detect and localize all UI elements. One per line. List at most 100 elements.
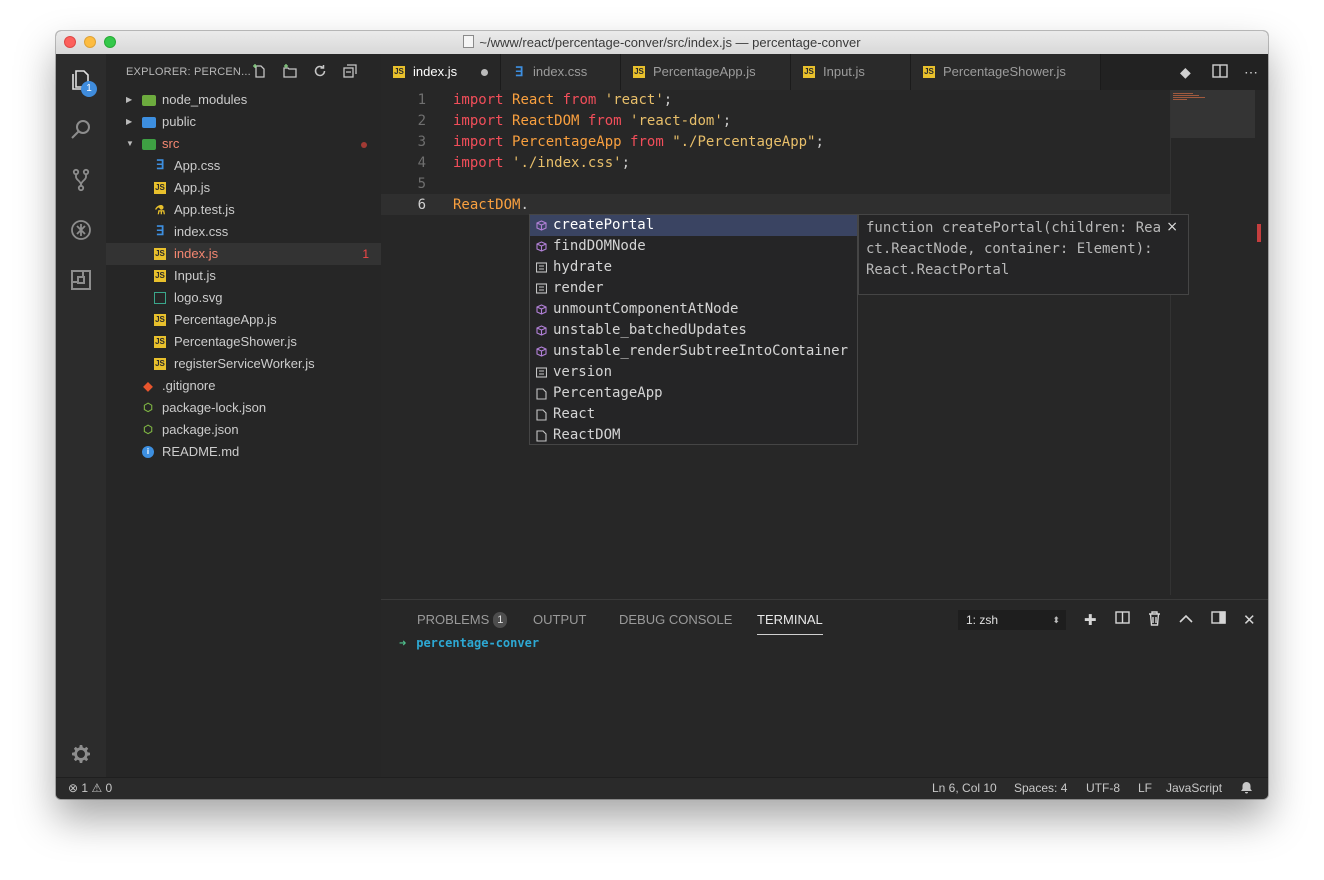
tree-item[interactable]: ⬡ package-lock.json	[106, 397, 381, 419]
code-token-string: 'react-dom'	[630, 113, 723, 129]
tree-item[interactable]: ⬡ package.json	[106, 419, 381, 441]
js-file-icon: JS	[154, 270, 166, 282]
problems-count-badge: 1	[493, 612, 508, 628]
tree-item[interactable]: i README.md	[106, 441, 381, 463]
warning-count: 0	[105, 781, 113, 795]
suggestion-item[interactable]: PercentageApp	[530, 383, 857, 404]
suggestion-label: render	[553, 280, 604, 296]
tree-item[interactable]: logo.svg	[106, 287, 381, 309]
tree-item[interactable]: JS Input.js	[106, 265, 381, 287]
split-terminal-icon[interactable]	[1115, 611, 1130, 628]
line-number: 5	[417, 176, 426, 192]
field-icon	[535, 283, 548, 294]
tree-item-label: index.js	[174, 246, 219, 261]
new-folder-icon[interactable]	[282, 63, 300, 81]
code-token-kw: import	[453, 134, 504, 150]
code-token-identifier: PercentageApp	[512, 134, 622, 150]
code-line: ReactDOM.	[453, 197, 529, 213]
code-line: import './index.css';	[453, 155, 630, 171]
tab-label: index.css	[533, 64, 588, 79]
problems-status[interactable]: ⊗ 1 ⚠ 0	[68, 778, 112, 799]
tree-item[interactable]: JS PercentageApp.js	[106, 309, 381, 331]
info-icon: i	[142, 446, 154, 458]
cursor-position[interactable]: Ln 6, Col 10	[932, 778, 997, 799]
js-file-icon: JS	[923, 66, 935, 78]
encoding[interactable]: UTF-8	[1086, 778, 1120, 799]
code-token-string: './index.css'	[512, 155, 622, 171]
close-details-icon[interactable]: ×	[1166, 219, 1178, 235]
suggestion-item[interactable]: version	[530, 362, 857, 383]
line-ending[interactable]: LF	[1138, 778, 1152, 799]
unsaved-dot-icon[interactable]	[481, 69, 488, 76]
debug-icon[interactable]	[69, 218, 93, 242]
suggestion-item[interactable]: findDOMNode	[530, 236, 857, 257]
tab-index-css[interactable]: ∃ index.css	[501, 54, 621, 90]
close-panel-icon[interactable]: ✕	[1243, 611, 1256, 629]
tree-item-label: App.js	[174, 180, 211, 195]
tab-terminal[interactable]: TERMINAL	[757, 612, 823, 635]
split-editor-icon[interactable]	[1212, 64, 1228, 81]
explorer-badge: 1	[81, 81, 97, 97]
settings-gear-icon[interactable]	[69, 742, 93, 766]
suggestion-item[interactable]: React	[530, 404, 857, 425]
more-actions-icon[interactable]: ⋯	[1244, 64, 1258, 81]
tab-output[interactable]: OUTPUT	[533, 612, 586, 627]
tree-item[interactable]: ∃ App.css	[106, 155, 381, 177]
method-cube-icon	[536, 346, 547, 357]
explorer-header: EXPLORER: PERCEN...	[126, 66, 251, 78]
refresh-icon[interactable]	[312, 63, 330, 81]
status-bar: ⊗ 1 ⚠ 0 Ln 6, Col 10 Spaces: 4 UTF-8 LF …	[56, 777, 1268, 799]
extensions-icon[interactable]	[69, 268, 93, 292]
svg-file-icon	[154, 292, 166, 304]
search-icon[interactable]	[69, 118, 93, 142]
maximize-panel-icon[interactable]	[1179, 611, 1193, 628]
tab-problems[interactable]: PROBLEMS 1	[417, 612, 508, 628]
open-changes-icon[interactable]: ◆	[1180, 64, 1191, 81]
tab-debug-console[interactable]: DEBUG CONSOLE	[619, 612, 732, 627]
method-cube-icon	[536, 241, 547, 252]
suggestion-item[interactable]: unstable_batchedUpdates	[530, 320, 857, 341]
npm-package-icon: ⬡	[143, 424, 153, 436]
tree-item[interactable]: JS App.js	[106, 177, 381, 199]
tab-percentageshower-js[interactable]: JS PercentageShower.js	[911, 54, 1101, 90]
kill-terminal-icon[interactable]	[1148, 611, 1161, 630]
tab-percentageapp-js[interactable]: JS PercentageApp.js	[621, 54, 791, 90]
tree-item[interactable]: ▶ public	[106, 111, 381, 133]
language-mode[interactable]: JavaScript	[1166, 778, 1222, 799]
window-title: ~/www/react/percentage-conver/src/index.…	[56, 35, 1268, 50]
minimap[interactable]	[1170, 90, 1268, 595]
tree-item[interactable]: JS registerServiceWorker.js	[106, 353, 381, 375]
tree-item[interactable]: JS PercentageShower.js	[106, 331, 381, 353]
tree-item[interactable]: ◆ .gitignore	[106, 375, 381, 397]
tree-item[interactable]: ▼ src	[106, 133, 381, 155]
suggestion-item[interactable]: createPortal	[530, 215, 857, 236]
suggestion-item[interactable]: unstable_renderSubtreeIntoContainer	[530, 341, 857, 362]
terminal-prompt[interactable]: ➜ percentage-conver	[399, 636, 539, 650]
detail-line: function createPortal(children: Rea	[866, 220, 1162, 236]
suggestion-item[interactable]: render	[530, 278, 857, 299]
suggestion-item[interactable]: hydrate	[530, 257, 857, 278]
notifications-bell-icon[interactable]	[1240, 778, 1253, 799]
tree-item[interactable]: JS index.js 1	[106, 243, 381, 265]
error-count: 1	[362, 247, 369, 261]
line-number: 4	[417, 155, 426, 171]
new-terminal-icon[interactable]: ✚	[1084, 611, 1097, 629]
tab-index-js[interactable]: JS index.js	[381, 54, 501, 90]
terminal-selector[interactable]: 1: zsh ⬍	[958, 610, 1066, 630]
toggle-panel-position-icon[interactable]	[1211, 611, 1226, 628]
tree-item-label: package-lock.json	[162, 400, 267, 415]
indentation[interactable]: Spaces: 4	[1014, 778, 1067, 799]
new-file-icon[interactable]	[252, 63, 270, 81]
source-control-icon[interactable]	[69, 168, 93, 192]
suggestion-item[interactable]: ReactDOM	[530, 425, 857, 446]
tree-item[interactable]: ⚗ App.test.js	[106, 199, 381, 221]
suggestion-label: findDOMNode	[553, 238, 646, 254]
tree-item-label: index.css	[174, 224, 229, 239]
tree-item[interactable]: ▶ node_modules	[106, 89, 381, 111]
code-punct: ;	[722, 113, 732, 129]
suggestion-item[interactable]: unmountComponentAtNode	[530, 299, 857, 320]
collapse-all-icon[interactable]	[342, 63, 360, 81]
code-token-kw-from: from	[562, 92, 597, 108]
tab-input-js[interactable]: JS Input.js	[791, 54, 911, 90]
tree-item[interactable]: ∃ index.css	[106, 221, 381, 243]
